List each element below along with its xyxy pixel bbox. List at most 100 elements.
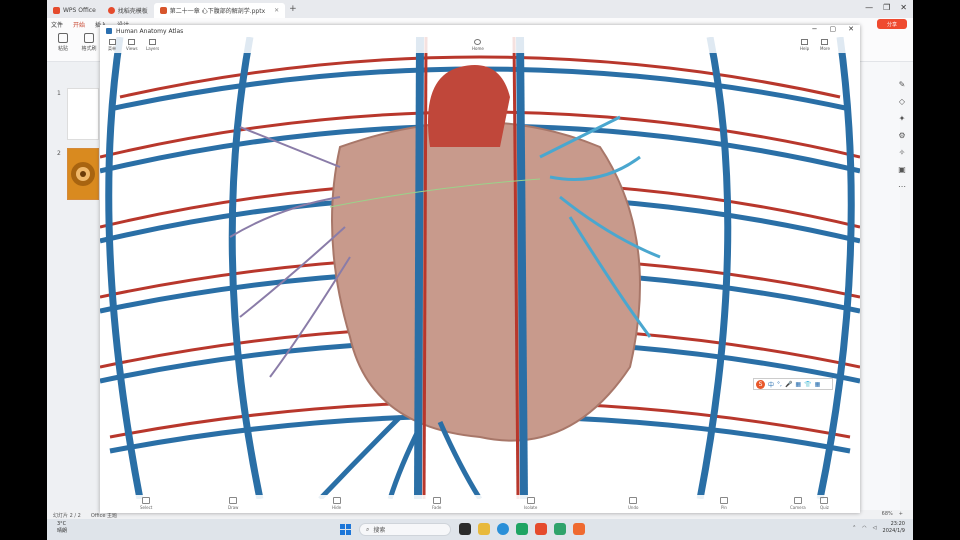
paste-button[interactable]: 粘贴 (53, 33, 73, 52)
tab-templates[interactable]: 找稻壳模板 (102, 3, 154, 18)
wps-logo-icon (53, 7, 60, 14)
tab-label: WPS Office (63, 7, 96, 14)
task-view-icon[interactable] (459, 523, 471, 535)
tab-wps-office[interactable]: WPS Office (47, 3, 102, 18)
anatomy-atlas-window: Human Anatomy Atlas − ▢ ✕ 菜单 Views Layer… (100, 25, 860, 513)
app-minimize-icon[interactable]: − (812, 25, 818, 33)
taskbar-search[interactable]: ⌕ 搜索 (359, 523, 451, 536)
app-close-icon[interactable]: ✕ (848, 25, 854, 33)
wechat-icon[interactable] (516, 523, 528, 535)
home-icon (474, 39, 482, 45)
clock-time: 23:20 (890, 521, 905, 527)
thumb-number: 2 (57, 150, 61, 157)
menu-item-home[interactable]: 开始 (73, 20, 85, 29)
zoom-in-icon[interactable]: + (899, 511, 903, 517)
app-tool-layers[interactable]: Layers (146, 39, 159, 51)
shape-icon[interactable]: ◇ (899, 97, 905, 106)
app-title: Human Anatomy Atlas (116, 27, 184, 35)
app-tool-views[interactable]: Views (126, 39, 138, 51)
wifi-icon[interactable]: ◠ (862, 525, 866, 531)
thumbnail-preview-image (71, 162, 95, 186)
heart (331, 121, 641, 442)
layers-icon (149, 39, 157, 45)
slide-thumbnail-2[interactable] (67, 148, 99, 200)
tool-strip: 粘贴 格式刷 (53, 33, 99, 52)
app-tool-more[interactable]: More (820, 39, 830, 51)
slide-thumbnail-1[interactable] (67, 88, 99, 140)
ime-voice-icon[interactable]: 🎤 (785, 381, 792, 388)
new-tab-plus-icon[interactable]: + (289, 4, 297, 14)
wps-taskbar-icon[interactable] (535, 523, 547, 535)
style-icon[interactable]: ✎ (899, 80, 906, 89)
tool-pin[interactable]: Pin (720, 497, 728, 510)
layout-icon[interactable]: ▣ (898, 165, 906, 174)
undo-icon (629, 497, 638, 504)
edge-browser-icon[interactable] (497, 523, 509, 535)
ime-toolbox-icon[interactable]: ▦ (815, 381, 821, 388)
format-painter-button[interactable]: 格式刷 (79, 33, 99, 52)
app-tool-home[interactable]: Home (472, 39, 484, 51)
search-icon: ⌕ (366, 525, 370, 533)
isolate-icon (526, 497, 535, 504)
clock[interactable]: 23:20 2024/1/9 (883, 521, 905, 535)
tool-draw[interactable]: Draw (228, 497, 238, 510)
magic-icon[interactable]: ✧ (899, 148, 906, 157)
app-bottom-toolbar: Select Draw Hide Fade Isolate Undo Pin C… (100, 495, 860, 513)
ppt-taskbar-icon[interactable] (573, 523, 585, 535)
volume-icon[interactable]: ◁ (873, 525, 877, 531)
app-green-icon[interactable] (554, 523, 566, 535)
quiz-icon (820, 497, 829, 504)
ime-skin-icon[interactable]: 👕 (804, 381, 811, 388)
settings-icon[interactable]: ⚙ (898, 131, 905, 140)
right-sidebar-icons: ✎ ◇ ✦ ⚙ ✧ ▣ ⋯ (893, 80, 911, 191)
pin-icon (720, 497, 728, 504)
close-tab-icon[interactable]: ✕ (274, 7, 279, 14)
clipboard-icon (58, 33, 68, 43)
menu-item[interactable]: 文件 (51, 20, 63, 29)
share-button[interactable]: 分享 (877, 19, 907, 29)
pencil-icon (229, 497, 238, 504)
atlas-logo-icon (106, 28, 112, 34)
app-tool-menu[interactable]: 菜单 (108, 39, 116, 52)
ime-chinese-mode[interactable]: 中 (768, 380, 774, 389)
sogou-logo-icon[interactable]: S (756, 379, 765, 389)
tool-quiz[interactable]: Quiz (820, 497, 829, 510)
zoom-level[interactable]: 68% (882, 511, 893, 517)
windows-taskbar: 3°C 晴朗 ⌕ 搜索 ⌃ ◠ ◁ 23:20 2024/1/9 (47, 519, 913, 540)
tool-undo[interactable]: Undo (628, 497, 638, 510)
ime-floating-bar: S 中 °, 🎤 ▦ 👕 ▦ (753, 378, 833, 390)
ime-keyboard-icon[interactable]: ▦ (795, 381, 801, 388)
app-top-toolbar: 菜单 Views Layers Home Help More (100, 37, 860, 53)
tool-hide[interactable]: Hide (332, 497, 341, 510)
thumb-number: 1 (57, 90, 61, 97)
anatomy-3d-viewport[interactable] (100, 37, 860, 499)
fade-icon (432, 497, 441, 504)
app-maximize-icon[interactable]: ▢ (830, 25, 837, 33)
maximize-icon[interactable]: ❐ (883, 3, 890, 12)
system-tray: ⌃ ◠ ◁ 23:20 2024/1/9 (852, 521, 905, 535)
tab-pptx-document[interactable]: 第二十一章 心下腹部的解剖学.pptx ✕ (153, 3, 286, 18)
browser-tab-bar: WPS Office 找稻壳模板 第二十一章 心下腹部的解剖学.pptx ✕ +… (47, 0, 913, 18)
animation-icon[interactable]: ✦ (899, 114, 906, 123)
tool-camera[interactable]: Camera (790, 497, 806, 510)
weather-desc: 晴朗 (57, 528, 68, 534)
file-explorer-icon[interactable] (478, 523, 490, 535)
more-icon[interactable]: ⋯ (898, 182, 906, 191)
search-placeholder: 搜索 (373, 527, 386, 534)
chevron-up-icon[interactable]: ⌃ (852, 525, 856, 531)
minimize-icon[interactable]: — (865, 3, 873, 12)
more-dots-icon (821, 39, 829, 45)
close-window-icon[interactable]: ✕ (900, 3, 907, 12)
windows-start-icon[interactable] (340, 524, 351, 535)
weather-temp: 3°C (57, 521, 67, 527)
weather-widget[interactable]: 3°C 晴朗 (57, 521, 67, 535)
help-icon (801, 39, 809, 45)
pointer-icon (142, 497, 151, 504)
tool-isolate[interactable]: Isolate (524, 497, 537, 510)
app-window-controls: − ▢ ✕ (812, 25, 854, 33)
ime-punctuation[interactable]: °, (777, 381, 782, 388)
eye-icon (332, 497, 341, 504)
tool-fade[interactable]: Fade (432, 497, 441, 510)
tool-select[interactable]: Select (140, 497, 152, 510)
app-tool-help[interactable]: Help (800, 39, 809, 51)
